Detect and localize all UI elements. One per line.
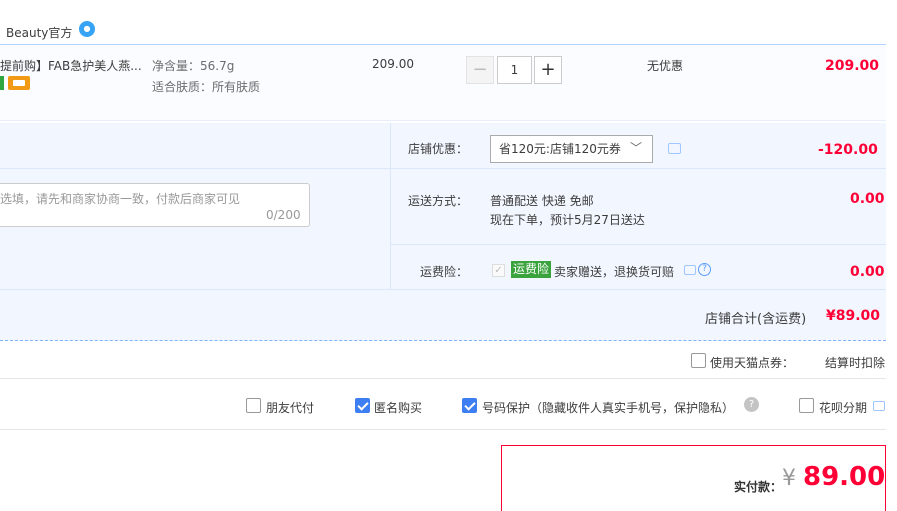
- insurance-tag: 运费险: [511, 261, 552, 278]
- shipping-amount: 0.00: [850, 191, 885, 207]
- shop-total-amount: ¥89.00: [826, 308, 881, 324]
- divider: [391, 168, 886, 169]
- wangwang-chat-icon[interactable]: ●: [79, 21, 95, 37]
- divider: [391, 244, 886, 245]
- tmall-coupon-label[interactable]: 使用天猫点券：: [710, 354, 794, 371]
- shipping-method: 普通配送 快递 免邮: [490, 194, 594, 208]
- shipping-eta: 现在下单，预计5月27日送达: [490, 213, 645, 227]
- item-title[interactable]: 提前购】FAB急护美人燕...: [0, 57, 142, 74]
- shipping-label: 运送方式：: [407, 194, 468, 208]
- shop-name[interactable]: Beauty官方: [6, 24, 72, 41]
- unit-price: 209.00: [372, 57, 414, 71]
- memo-char-count: 0/200: [266, 208, 301, 222]
- friend-pay-checkbox[interactable]: [246, 398, 261, 413]
- friend-pay-label[interactable]: 朋友代付: [266, 399, 314, 416]
- anonymous-label[interactable]: 匿名购买: [374, 399, 422, 416]
- message-icon[interactable]: [873, 401, 885, 411]
- quantity-decrease-button[interactable]: −: [466, 56, 494, 84]
- item-subtotal: 209.00: [825, 58, 880, 74]
- payment-label: 实付款：: [734, 480, 783, 494]
- divider: [0, 378, 886, 379]
- quantity-increase-button[interactable]: +: [534, 56, 562, 84]
- shop-discount-label: 店铺优惠：: [407, 142, 468, 156]
- divider: [0, 289, 886, 290]
- service-badge-icon: [0, 76, 4, 90]
- currency-symbol: ¥: [782, 466, 796, 491]
- phone-protect-label[interactable]: 号码保护（隐藏收件人真实手机号，保护隐私）: [482, 399, 734, 416]
- insurance-amount: 0.00: [850, 264, 885, 280]
- chevron-down-icon[interactable]: ﹀: [630, 139, 642, 156]
- divider: [0, 429, 886, 430]
- insurance-checkbox: ✓: [492, 264, 505, 277]
- tmall-coupon-checkbox[interactable]: [691, 353, 706, 368]
- coupon-select[interactable]: 省120元:店铺120元券: [490, 135, 653, 163]
- shop-total-label: 店铺合计(含运费): [705, 312, 807, 327]
- message-icon[interactable]: [668, 143, 681, 154]
- divider: [0, 168, 390, 169]
- anonymous-checkbox[interactable]: [355, 398, 370, 413]
- memo-placeholder: 选填，请先和商家协商一致，付款后商家可见: [0, 192, 241, 206]
- sku-weight: 净含量：56.7g: [152, 59, 235, 73]
- message-icon[interactable]: [684, 265, 696, 275]
- huabei-label[interactable]: 花呗分期: [819, 399, 867, 416]
- huabei-checkbox[interactable]: [799, 398, 814, 413]
- deduct-note: 结算时扣除: [825, 356, 886, 370]
- help-icon[interactable]: ?: [698, 263, 711, 276]
- sku-skin-type: 适合肤质：所有肤质: [152, 80, 261, 94]
- help-icon[interactable]: ?: [744, 397, 759, 412]
- phone-protect-checkbox[interactable]: [462, 398, 477, 413]
- shop-header: Beauty官方: [0, 15, 886, 45]
- payment-amount: 89.00: [803, 462, 886, 492]
- card-badge-icon: [8, 76, 30, 90]
- quantity-input[interactable]: 1: [497, 56, 532, 84]
- insurance-label: 运费险：: [419, 265, 468, 279]
- insurance-description: 卖家赠送，退换货可赔: [554, 265, 675, 279]
- shop-discount-amount: -120.00: [818, 142, 878, 158]
- item-discount: 无优惠: [647, 59, 684, 73]
